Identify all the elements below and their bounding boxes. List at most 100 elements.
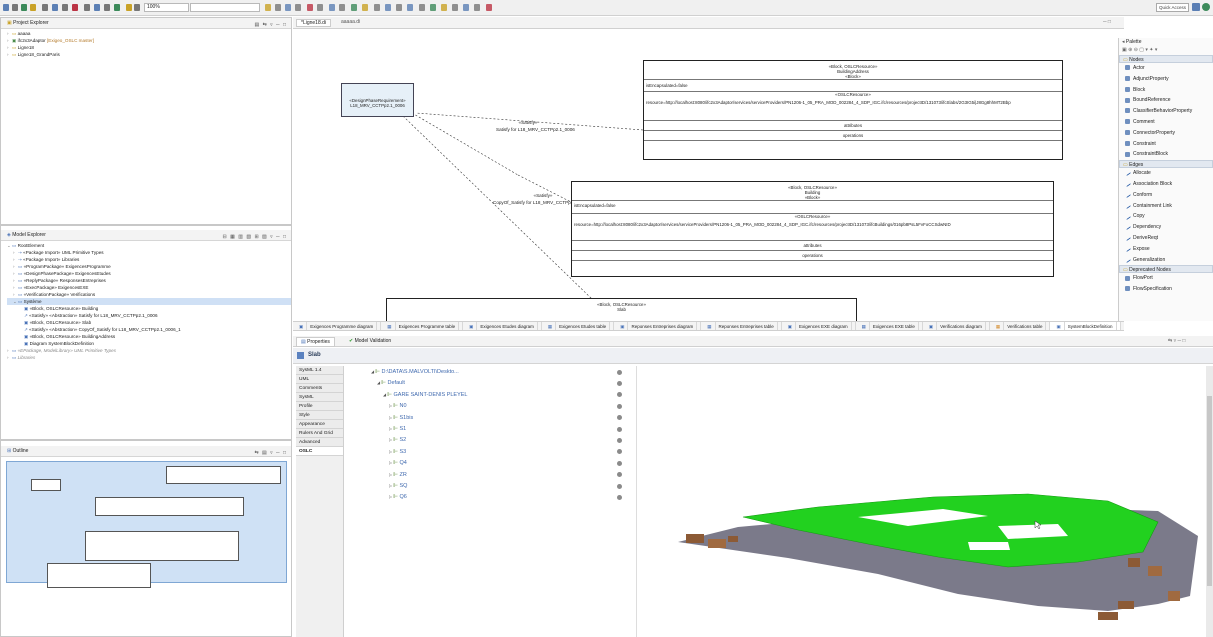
remove-icon[interactable]: [617, 392, 622, 398]
toolbar-button-icon[interactable]: [441, 4, 447, 11]
model-explorer-header[interactable]: ◈ Model Explorer ⊟ ▦ ▥ ▧ ⊞ ▨ ▿ ─ □: [1, 230, 291, 241]
toolbar-button-icon[interactable]: [12, 4, 18, 11]
oslc-tree-item[interactable]: ◢ ⊩ GARE SAINT-DENIS PLEYEL: [383, 390, 467, 400]
model-tree-item[interactable]: ▣ «Block, OSLCResource» BuildingAddress: [7, 333, 291, 340]
oslc-tree-item[interactable]: ▷ ⊩ S1bis: [389, 413, 413, 423]
toolbar-button-icon[interactable]: [463, 4, 469, 11]
project-item[interactable]: › ▭ Ligne18_GrandParis: [7, 51, 291, 58]
requirement-node[interactable]: «DesignPhaseRequirement» L18_MRV_CCTPp2.…: [341, 83, 414, 117]
toolbar-button-icon[interactable]: [452, 4, 458, 11]
palette-tool-derivereqt[interactable]: DeriveReqt: [1119, 233, 1213, 244]
palette-tool-copy[interactable]: Copy: [1119, 211, 1213, 222]
toolbar-button-icon[interactable]: [114, 4, 120, 11]
model-tree-item[interactable]: ⌄▭ Système: [7, 298, 291, 305]
palette-tool-adjunctproperty[interactable]: AdjunctProperty: [1119, 74, 1213, 85]
toolbar-button-icon[interactable]: [275, 4, 281, 11]
palette-tool-containment-link[interactable]: Containment Link: [1119, 201, 1213, 212]
toolbar-button-icon[interactable]: [351, 4, 357, 11]
view-toolbar-icons[interactable]: ⇆ ▤ ▿ ─ □: [254, 448, 287, 456]
toolbar-button-icon[interactable]: [94, 4, 100, 11]
toolbar-button-icon[interactable]: [42, 4, 48, 11]
remove-icon[interactable]: [617, 415, 622, 421]
editor-minmax-icon[interactable]: ─ □: [1103, 19, 1111, 25]
editor-tab[interactable]: aaaaa.di: [337, 19, 364, 25]
remove-icon[interactable]: [617, 449, 622, 455]
perspective-icon[interactable]: [1202, 3, 1210, 11]
oslc-tree-item[interactable]: ▷ ⊩ S2: [389, 435, 406, 445]
satisfy-name-1[interactable]: Satisfy for L18_MRV_CCTPp2.1_0006: [496, 127, 575, 132]
perspective-icon[interactable]: [1192, 3, 1200, 11]
palette-tool-conform[interactable]: Conform: [1119, 190, 1213, 201]
model-tree-item[interactable]: › ⇢ «Package Import» Libraries: [7, 256, 291, 263]
model-tree-item[interactable]: › ▭ Libraries: [7, 354, 291, 361]
palette-tool-connectorproperty[interactable]: ConnectorProperty: [1119, 128, 1213, 139]
diagram-tab[interactable]: ▦ Exigences Etudes table: [542, 322, 615, 330]
toolbar-button-icon[interactable]: [374, 4, 380, 11]
palette-tool-constraint[interactable]: Constraint: [1119, 139, 1213, 150]
satisfy-line-3[interactable]: [402, 115, 594, 301]
toolbar-button-icon[interactable]: [134, 4, 140, 11]
model-tree-item[interactable]: › ⇢ «Package Import» UML Primitive Types: [7, 249, 291, 256]
project-item[interactable]: › ▭ Ligne18: [7, 44, 291, 51]
oslc-tree-item[interactable]: ◢ ⊩ Default: [377, 378, 405, 388]
toolbar-button-icon[interactable]: [339, 4, 345, 11]
properties-tab[interactable]: ▤ Properties: [296, 337, 335, 347]
view-toolbar-icons[interactable]: ▤ ⇆ ▿ ─ □: [254, 20, 287, 28]
toolbar-button-icon[interactable]: [486, 4, 492, 11]
diagram-tab[interactable]: ▦ Exigences Programme table: [381, 322, 464, 330]
palette-tool-allocate[interactable]: Allocate: [1119, 168, 1213, 179]
model-tree-item[interactable]: › ▭ «EPackage, ModelLibrary» UML Primitiv…: [7, 347, 291, 354]
palette-tool-flowspecification[interactable]: FlowSpecification: [1119, 284, 1213, 295]
diagram-tab[interactable]: ▦ Verifications table: [990, 322, 1051, 330]
block-slab[interactable]: «Block, OSLCResource» Slab: [386, 298, 857, 321]
project-item[interactable]: › ▭ aaaaa: [7, 30, 291, 37]
oslc-tree-item[interactable]: ▷ ⊩ N0: [389, 401, 407, 411]
palette-tool-expose[interactable]: Expose: [1119, 244, 1213, 255]
diagram-canvas[interactable]: «DesignPhaseRequirement» L18_MRV_CCTPp2.…: [293, 30, 1117, 321]
remove-icon[interactable]: [617, 403, 622, 409]
model-tree-item[interactable]: › ▭ «ProgramPackage» ExigencesProgramme: [7, 263, 291, 270]
property-tab-oslc[interactable]: OSLC: [296, 447, 343, 456]
oslc-tree-item[interactable]: ▷ ⊩ S1: [389, 424, 406, 434]
model-tree-item[interactable]: ▣ «Block, OSLCResource» Slab: [7, 319, 291, 326]
property-tab-sysml[interactable]: SysML: [296, 393, 343, 402]
toolbar-button-icon[interactable]: [295, 4, 301, 11]
toolbar-button-icon[interactable]: [265, 4, 271, 11]
model-tree-item[interactable]: › ▭ «DesignPhasePackage» ExigencesEtudes: [7, 270, 291, 277]
diagram-tab[interactable]: ▣ Reponses Entreprises diagram: [614, 322, 702, 330]
property-tab-rulers-and-grid[interactable]: Rulers And Grid: [296, 429, 343, 438]
ifc-3d-viewer[interactable]: [638, 366, 1206, 637]
palette-tool-block[interactable]: Block: [1119, 85, 1213, 96]
palette-tool-generalization[interactable]: Generalization: [1119, 255, 1213, 266]
palette-title[interactable]: ◂ Palette: [1119, 38, 1213, 47]
diagram-tab[interactable]: ▦ Exigences EXE table: [856, 322, 923, 330]
property-tab-comments[interactable]: Comments: [296, 384, 343, 393]
model-tree-item[interactable]: ⌄▭ RootElement: [7, 242, 291, 249]
toolbar-button-icon[interactable]: [52, 4, 58, 11]
model-tree-item[interactable]: ↗ «Satisfy» «Abstraction» CopyOf_Satisfy…: [7, 326, 291, 333]
oslc-tree-item[interactable]: ▷ ⊩ SQ: [389, 481, 407, 491]
remove-icon[interactable]: [617, 483, 622, 489]
palette-edges-header[interactable]: ▭ Edges: [1119, 160, 1213, 169]
model-tree-item[interactable]: › ▭ «ExecPackage» ExigencesEXE: [7, 284, 291, 291]
property-tab-appearance[interactable]: Appearance: [296, 420, 343, 429]
oslc-tree-item[interactable]: ▷ ⊩ Q6: [389, 492, 407, 502]
project-item[interactable]: › ▣ ifc2x3Adaptor [Exigeo_OSLC master]: [7, 37, 291, 44]
block-building-address[interactable]: «Block, OSLCResource» BuildingAddress «B…: [643, 60, 1063, 160]
diagram-tab[interactable]: ▦ Reponses Entreprises table: [701, 322, 782, 330]
remove-icon[interactable]: [617, 460, 622, 466]
palette-deprecated-header[interactable]: ▭ Deprecated Nodes: [1119, 265, 1213, 274]
palette-tool-constraintblock[interactable]: ConstraintBlock: [1119, 149, 1213, 160]
palette-tool-classifierbehaviorproperty[interactable]: ClassifierBehaviorProperty: [1119, 106, 1213, 117]
satisfy-label-2[interactable]: «Satisfy»: [513, 193, 573, 198]
model-validation-tab[interactable]: ✔ Model Validation: [345, 338, 395, 344]
properties-view-icons[interactable]: ⇆ ▿ ─ □: [1168, 338, 1185, 344]
model-tree-item[interactable]: ↗ «Satisfy» «Abstraction» Satisfy for L1…: [7, 312, 291, 319]
toolbar-button-icon[interactable]: [362, 4, 368, 11]
palette-toolbar[interactable]: ▣ ⊕ ⊖ ▢ ▾ ✦ ▾: [1119, 47, 1213, 55]
toolbar-button-icon[interactable]: [419, 4, 425, 11]
model-tree-item[interactable]: › ▭ «ReplyPackage» ResponsesEntreprises: [7, 277, 291, 284]
oslc-tree-item[interactable]: ▷ ⊩ Q4: [389, 458, 407, 468]
palette-tool-flowport[interactable]: FlowPort: [1119, 273, 1213, 284]
remove-icon[interactable]: [617, 494, 622, 500]
